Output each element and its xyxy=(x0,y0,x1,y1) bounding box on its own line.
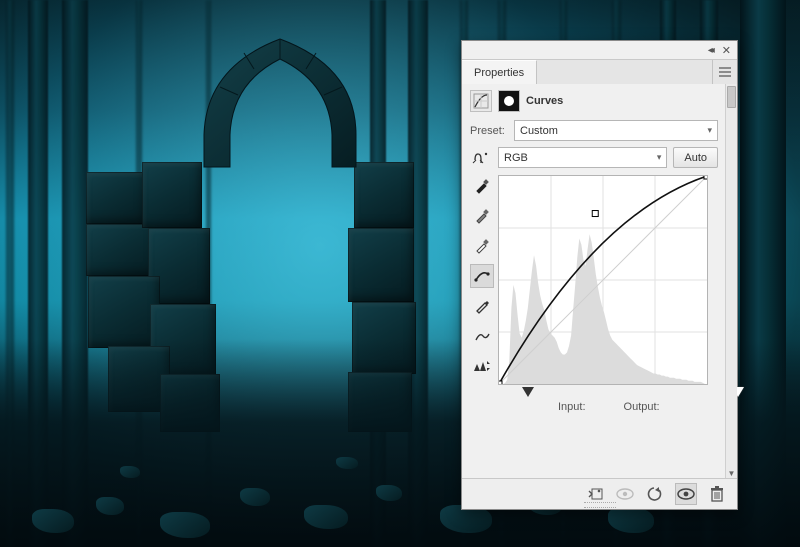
tab-properties[interactable]: Properties xyxy=(462,60,537,84)
gray-point-eyedropper-icon[interactable] xyxy=(470,204,494,228)
black-slider[interactable] xyxy=(522,387,534,397)
curves-chart[interactable] xyxy=(499,176,707,384)
black-point-eyedropper-icon[interactable] xyxy=(470,174,494,198)
draw-curve-icon[interactable] xyxy=(470,294,494,318)
preset-dropdown[interactable]: Custom ▾ xyxy=(514,120,718,141)
scroll-thumb[interactable] xyxy=(727,86,736,108)
view-previous-icon xyxy=(615,484,635,504)
panel-tabs: Properties xyxy=(462,60,737,85)
curve-tools xyxy=(470,174,492,413)
adjustment-title: Curves xyxy=(526,95,563,107)
preset-value: Custom xyxy=(520,125,558,137)
reset-icon[interactable] xyxy=(645,484,665,504)
auto-button[interactable]: Auto xyxy=(673,147,718,168)
edit-points-icon[interactable] xyxy=(470,264,494,288)
auto-label: Auto xyxy=(684,152,707,164)
output-label: Output: xyxy=(624,401,660,413)
range-sliders[interactable] xyxy=(528,385,738,399)
preset-label: Preset: xyxy=(470,125,508,137)
chevron-down-icon: ▾ xyxy=(657,152,662,163)
panel-titlebar[interactable]: ◂◂ ✕ xyxy=(462,41,737,60)
on-image-adjust-icon[interactable] xyxy=(470,150,492,166)
delete-icon[interactable] xyxy=(707,484,727,504)
panel-menu-icon[interactable] xyxy=(712,60,737,84)
collapse-icon[interactable]: ◂◂ xyxy=(708,45,712,56)
channel-dropdown[interactable]: RGB ▾ xyxy=(498,147,667,168)
smooth-curve-icon[interactable] xyxy=(470,324,494,348)
panel-footer xyxy=(462,478,737,509)
input-label: Input: xyxy=(558,401,586,413)
channel-value: RGB xyxy=(504,152,528,164)
curves-graph[interactable] xyxy=(498,175,708,385)
properties-panel: ◂◂ ✕ Properties Curves Preset: Custom ▾ xyxy=(461,40,738,510)
clip-histogram-icon[interactable] xyxy=(470,354,494,378)
visibility-icon[interactable] xyxy=(675,483,697,505)
tab-label: Properties xyxy=(474,67,524,79)
curves-adjustment-icon[interactable] xyxy=(470,90,492,112)
white-point-eyedropper-icon[interactable] xyxy=(470,234,494,258)
panel-scrollbar[interactable]: ▲ ▼ xyxy=(725,84,737,479)
clip-to-layer-icon[interactable] xyxy=(585,484,605,504)
layer-mask-icon[interactable] xyxy=(498,90,520,112)
chevron-down-icon: ▾ xyxy=(707,125,712,136)
panel-resize-grip[interactable] xyxy=(584,502,616,508)
close-icon[interactable]: ✕ xyxy=(722,44,731,57)
